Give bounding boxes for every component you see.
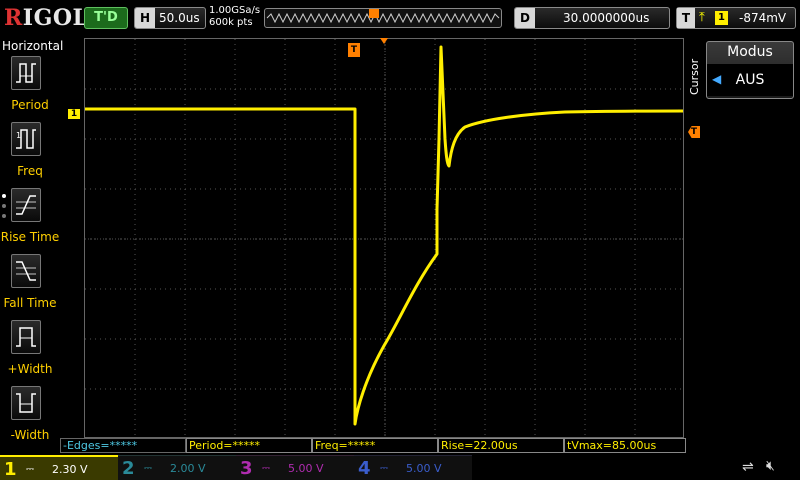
menu-item-positive-width[interactable]: +Width: [0, 320, 60, 382]
channel-number: 2: [122, 458, 135, 479]
acquisition-info: 1.00GSa/s 600k pts: [209, 5, 260, 29]
delay-letter: D: [515, 8, 535, 28]
menu-item-label: Freq: [17, 164, 43, 178]
dc-coupling-icon: ⎓: [144, 463, 152, 474]
delay-value: 30.0000000us: [563, 11, 650, 25]
freq-icon: 1: [11, 122, 41, 156]
menu-title: Horizontal: [2, 39, 64, 53]
dc-coupling-icon: ⎓: [26, 464, 34, 475]
cursor-tab[interactable]: Cursor: [688, 44, 704, 110]
rising-edge-icon: ⤒: [699, 10, 705, 25]
memory-overview-strip[interactable]: [264, 8, 502, 28]
menu-item-label: +Width: [7, 362, 53, 376]
menu-item-label: Rise Time: [0, 230, 60, 244]
channel-scale: 5.00 V: [406, 462, 442, 475]
measurement-rise[interactable]: Rise=22.00us: [438, 438, 564, 453]
measurement-edges[interactable]: -Edges=*****: [60, 438, 186, 453]
chevron-left-icon: ◀: [712, 72, 722, 86]
memory-overview-wave: [266, 9, 500, 24]
menu-item-freq[interactable]: 1 Freq: [0, 122, 60, 184]
cursor-mode-selector[interactable]: Modus AUS ◀: [706, 41, 794, 99]
measurement-bar: -Edges=***** Period=***** Freq=***** Ris…: [60, 438, 686, 453]
timebase-box[interactable]: H 50.0us: [134, 7, 206, 29]
fall-time-icon: [11, 254, 41, 288]
menu-item-label: Period: [11, 98, 49, 112]
channel-number: 1: [4, 459, 17, 480]
channel-number: 4: [358, 458, 371, 479]
dc-coupling-icon: ⎓: [262, 463, 270, 474]
channel-1-tab[interactable]: 1 ⎓ 2.30 V: [0, 455, 118, 480]
rise-time-icon: [11, 188, 41, 222]
ch1-offset-marker[interactable]: 1: [68, 109, 80, 119]
channel-3-tab[interactable]: 3 ⎓ 5.00 V: [236, 455, 354, 480]
trigger-box[interactable]: T ⤒ 1 -874mV: [676, 7, 796, 29]
ch1-waveform: [85, 45, 683, 426]
usb-icon: ⇌: [742, 459, 754, 475]
rigol-logo: RIGOL: [4, 5, 89, 31]
channel-scale: 2.30 V: [52, 463, 88, 476]
trigger-level: -874mV: [739, 11, 787, 25]
cursor-mode-title: Modus: [727, 44, 773, 60]
measure-menu: Horizontal Period 1 Freq Rise Time Fall …: [0, 38, 64, 442]
measurement-freq[interactable]: Freq=*****: [312, 438, 438, 453]
trigger-letter: T: [677, 8, 695, 28]
timebase-letter: H: [135, 8, 155, 28]
logo-accent-letter: R: [4, 5, 23, 31]
trigger-channel: 1: [715, 11, 728, 25]
channel-number: 3: [240, 458, 253, 479]
speaker-muted-icon[interactable]: 🔇︎: [766, 458, 775, 474]
menu-item-fall-time[interactable]: Fall Time: [0, 254, 60, 316]
channel-scale: 2.00 V: [170, 462, 206, 475]
trigger-position-arrow: [380, 38, 388, 44]
waveform-display[interactable]: [84, 38, 684, 438]
measurement-tvmax[interactable]: tVmax=85.00us: [564, 438, 686, 453]
channel-4-tab[interactable]: 4 ⎓ 5.00 V: [354, 455, 472, 480]
channel-bar: 1 ⎓ 2.30 V 2 ⎓ 2.00 V 3 ⎓ 5.00 V 4 ⎓ 5.0…: [0, 455, 800, 480]
menu-item-rise-time[interactable]: Rise Time: [0, 188, 60, 250]
timebase-value: 50.0us: [159, 11, 200, 25]
negative-width-icon: [11, 386, 41, 420]
channel-2-tab[interactable]: 2 ⎓ 2.00 V: [118, 455, 236, 480]
top-bar: RIGOL T'D H 50.0us 1.00GSa/s 600k pts D …: [0, 0, 800, 38]
menu-item-label: Fall Time: [3, 296, 57, 310]
svg-text:1: 1: [16, 131, 21, 140]
dc-coupling-icon: ⎓: [380, 463, 388, 474]
channel-scale: 5.00 V: [288, 462, 324, 475]
menu-item-period[interactable]: Period: [0, 56, 60, 118]
sample-rate: 1.00GSa/s: [209, 5, 261, 16]
memory-depth: 600k pts: [209, 17, 253, 28]
measurement-period[interactable]: Period=*****: [186, 438, 312, 453]
run-status-badge[interactable]: T'D: [84, 7, 128, 29]
menu-item-negative-width[interactable]: -Width: [0, 386, 60, 448]
period-icon: [11, 56, 41, 90]
cursor-panel: Cursor Modus AUS ◀: [686, 38, 800, 440]
positive-width-icon: [11, 320, 41, 354]
trigger-position-marker[interactable]: T: [348, 43, 360, 57]
memory-trigger-marker: [369, 9, 379, 18]
menu-item-label: -Width: [10, 428, 50, 442]
delay-box[interactable]: D 30.0000000us: [514, 7, 670, 29]
